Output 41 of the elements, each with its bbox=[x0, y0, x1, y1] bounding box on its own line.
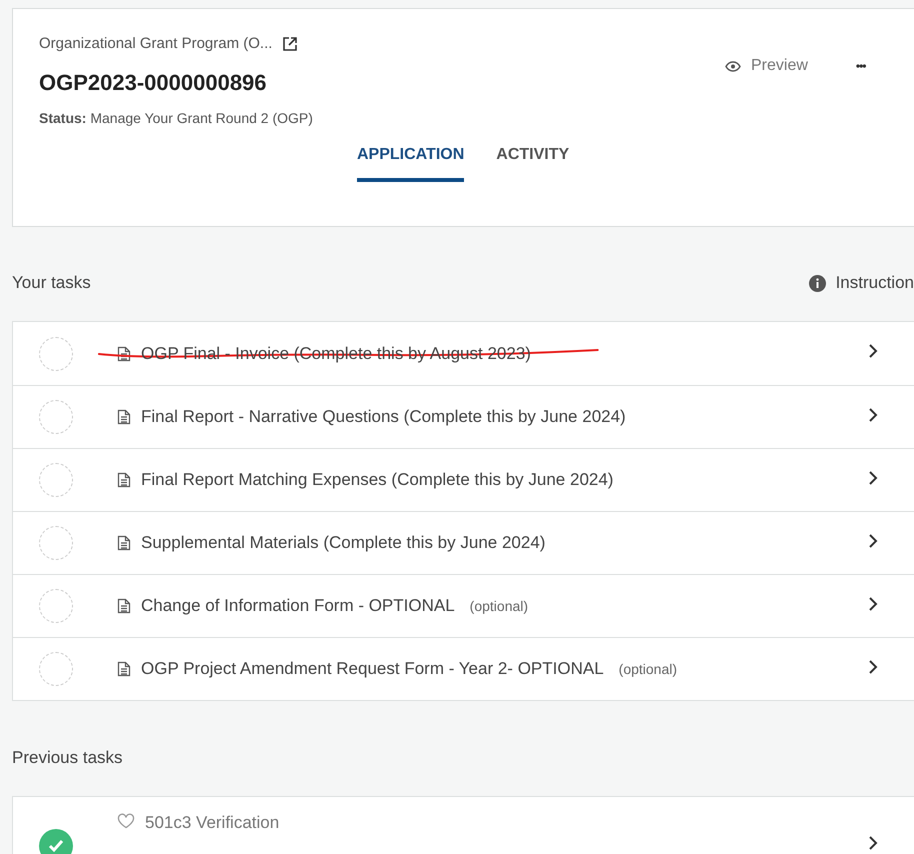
document-icon bbox=[117, 409, 131, 425]
task-link[interactable]: Supplemental Materials (Complete this by June 2024) bbox=[141, 533, 546, 553]
chevron-right-icon[interactable] bbox=[868, 343, 878, 359]
pending-circle-icon bbox=[39, 336, 73, 370]
task-link[interactable]: OGP Project Amendment Request Form - Year 2- OPTIONAL bbox=[141, 659, 604, 679]
task-link[interactable]: 501c3 Verification bbox=[145, 813, 280, 833]
pending-circle-icon bbox=[39, 400, 73, 434]
preview-button[interactable]: Preview bbox=[721, 53, 812, 79]
heart-icon bbox=[117, 813, 135, 829]
info-icon bbox=[808, 274, 826, 292]
task-link[interactable]: Final Report - Narrative Questions (Complete this by June 2024) bbox=[141, 407, 626, 427]
chevron-right-icon[interactable] bbox=[868, 835, 878, 851]
chevron-right-icon[interactable] bbox=[868, 658, 878, 674]
tab[interactable]: ACTIVITY bbox=[496, 138, 570, 182]
pending-circle-icon bbox=[39, 589, 73, 623]
task-link[interactable]: Final Report Matching Expenses (Complete this by June 2024) bbox=[141, 470, 614, 490]
chevron-right-icon[interactable] bbox=[868, 532, 878, 548]
application-id: OGP2023-0000000896 bbox=[39, 70, 268, 96]
chevron-right-icon[interactable] bbox=[868, 470, 878, 486]
document-icon bbox=[117, 535, 131, 551]
external-link-icon[interactable] bbox=[282, 36, 298, 52]
chevron-right-icon[interactable] bbox=[868, 596, 878, 612]
pending-circle-icon bbox=[39, 463, 73, 497]
section-title: Previous tasks bbox=[12, 748, 123, 768]
status-text: Status: Manage Your Grant Round 2 (OGP) bbox=[39, 110, 314, 126]
eye-icon bbox=[725, 60, 741, 72]
document-icon bbox=[117, 598, 131, 614]
pending-circle-icon bbox=[39, 526, 73, 560]
chevron-right-icon[interactable] bbox=[868, 406, 878, 422]
document-icon bbox=[117, 661, 131, 677]
instructions-button[interactable]: Instruction bbox=[808, 273, 914, 293]
task-link[interactable]: Change of Information Form - OPTIONAL bbox=[141, 596, 455, 616]
more-button[interactable]: ••• bbox=[852, 55, 870, 77]
pending-circle-icon bbox=[39, 652, 73, 686]
tab[interactable]: APPLICATION bbox=[357, 138, 464, 182]
section-title: Your tasks bbox=[12, 273, 91, 293]
optional-note: (optional) bbox=[470, 598, 528, 614]
document-icon bbox=[117, 346, 131, 362]
document-icon bbox=[117, 472, 131, 488]
program-name[interactable]: Organizational Grant Program (O... bbox=[39, 35, 272, 52]
optional-note: (optional) bbox=[618, 661, 678, 677]
